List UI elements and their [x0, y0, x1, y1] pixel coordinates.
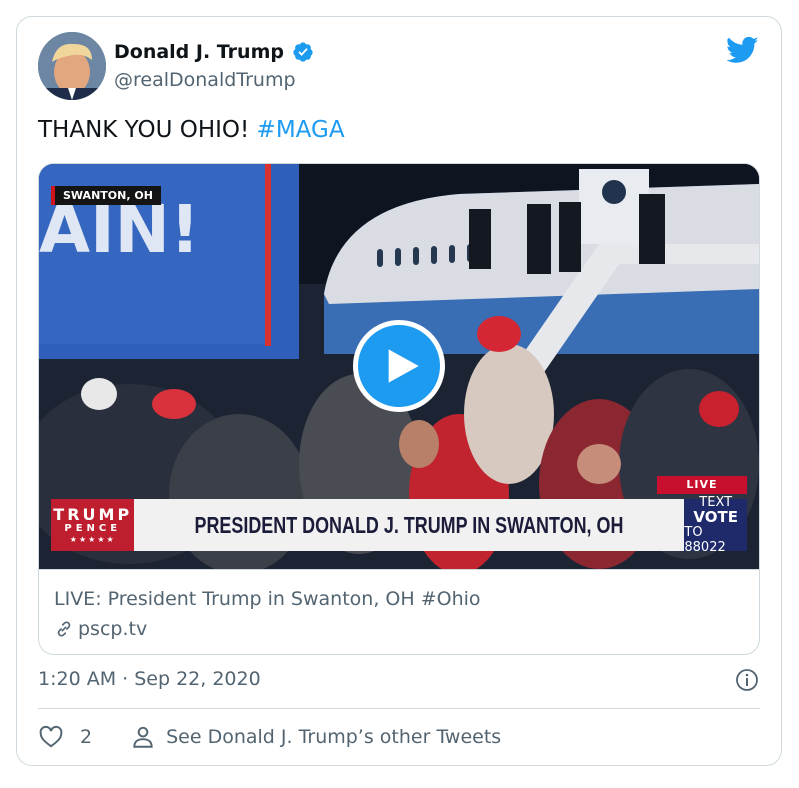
- info-icon[interactable]: [735, 668, 759, 692]
- link-icon: [57, 621, 71, 637]
- twitter-bird-icon[interactable]: [727, 36, 759, 64]
- text-vote-box: TEXT VOTE TO 88022: [684, 495, 747, 555]
- avatar[interactable]: [38, 32, 106, 100]
- tweet-body: THANK YOU OHIO!: [38, 117, 257, 143]
- logo-trump: TRUMP: [53, 504, 133, 524]
- link-domain-row[interactable]: pscp.tv: [54, 618, 147, 640]
- verified-badge-icon: [293, 42, 313, 62]
- divider: [38, 708, 760, 709]
- other-tweets-link[interactable]: See Donald J. Trump’s other Tweets: [166, 726, 501, 748]
- like-count[interactable]: 2: [80, 726, 92, 748]
- link-domain[interactable]: pscp.tv: [78, 618, 147, 640]
- play-button[interactable]: [353, 320, 445, 412]
- video-player[interactable]: AIN! SWANTON, OH LIVE TRUMP PENCE ★★★★★ …: [39, 164, 759, 569]
- tweet-footer: 2 See Donald J. Trump’s other Tweets: [38, 722, 501, 752]
- author-handle[interactable]: @realDonaldTrump: [114, 69, 296, 91]
- chyron-headline: PRESIDENT DONALD J. TRUMP IN SWANTON, OH: [194, 511, 624, 538]
- news-chyron: TRUMP PENCE ★★★★★ PRESIDENT DONALD J. TR…: [51, 495, 747, 555]
- logo-pence: PENCE: [64, 522, 122, 534]
- vote-line-2: VOTE: [693, 508, 738, 526]
- media-card[interactable]: AIN! SWANTON, OH LIVE TRUMP PENCE ★★★★★ …: [38, 163, 760, 655]
- tweet-timestamp[interactable]: 1:20 AM · Sep 22, 2020: [38, 668, 261, 690]
- person-icon: [133, 726, 153, 748]
- author-display-name[interactable]: Donald J. Trump: [114, 41, 284, 63]
- link-preview[interactable]: LIVE: President Trump in Swanton, OH #Oh…: [39, 569, 759, 654]
- link-title[interactable]: LIVE: President Trump in Swanton, OH #Oh…: [54, 588, 481, 610]
- logo-stars: ★★★★★: [69, 534, 116, 544]
- hashtag-link[interactable]: #MAGA: [257, 117, 345, 143]
- tweet-text: THANK YOU OHIO! #MAGA: [38, 117, 345, 143]
- heart-icon[interactable]: [38, 724, 64, 750]
- live-badge: LIVE: [657, 476, 747, 494]
- location-tag: SWANTON, OH: [51, 186, 161, 205]
- vote-line-3: TO 88022: [684, 525, 726, 555]
- tweet-card[interactable]: Donald J. Trump @realDonaldTrump THANK Y…: [16, 16, 782, 766]
- play-icon: [388, 349, 419, 383]
- campaign-logo: TRUMP PENCE ★★★★★: [51, 499, 135, 551]
